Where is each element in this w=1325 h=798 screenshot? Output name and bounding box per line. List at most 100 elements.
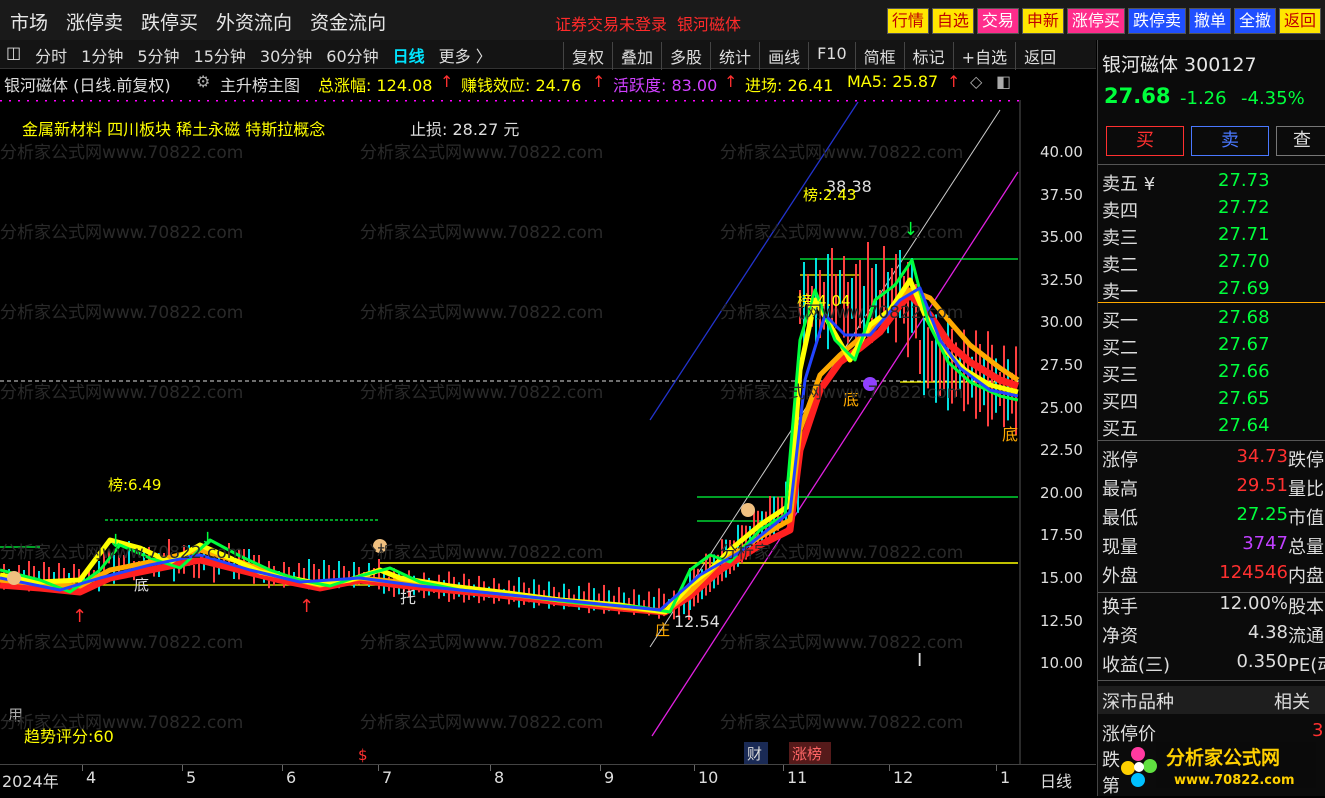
y-axis-tick-label: 25.00 — [1040, 398, 1083, 417]
sector-label: 深市品种 — [1102, 692, 1174, 713]
layout-icon[interactable]: ◫ — [6, 43, 21, 67]
tab-period[interactable]: 1分钟 — [81, 43, 123, 67]
y-axis-tick-label: 15.00 — [1040, 569, 1083, 587]
bids-level-label: 买一 — [1102, 311, 1138, 332]
moon-signal-icon — [7, 571, 21, 585]
tab-period[interactable]: 30分钟 — [260, 43, 312, 67]
watermark-text: 分析家公式网www.70822.com — [360, 713, 604, 733]
y-axis-tick-label: 27.50 — [1040, 356, 1083, 374]
toolbar-action-button[interactable]: 统计 — [710, 42, 759, 70]
menu-limit-down-buy[interactable]: 跌停买 — [141, 8, 198, 35]
watermark-text: 分析家公式网www.70822.com — [0, 143, 244, 163]
bids-price: 27.67 — [1218, 334, 1270, 355]
settings-gear-icon[interactable]: ⚙ — [196, 72, 210, 91]
moon-signal-icon — [741, 503, 755, 517]
y-axis-tick-label: 35.00 — [1040, 228, 1083, 247]
up-arrow-icon: ↑ — [592, 72, 606, 91]
period-label[interactable]: 日线 — [1040, 768, 1072, 792]
menu-market[interactable]: 市场 — [10, 8, 48, 35]
sector-row[interactable]: 深市品种 相关 — [1098, 686, 1325, 714]
toolbar-action-button[interactable]: 复权 — [563, 42, 612, 70]
asks-level-label: 卖四 — [1102, 201, 1138, 222]
watermark-text: 分析家公式网www.70822.com — [0, 383, 244, 403]
related-label[interactable]: 相关 — [1274, 688, 1310, 714]
menu-fund-flow[interactable]: 资金流向 — [310, 8, 386, 35]
quick-button[interactable]: 申新 — [1021, 8, 1064, 34]
toolbar-action-button[interactable]: 叠加 — [612, 42, 661, 70]
stat-label-2: 跌停 — [1288, 450, 1324, 471]
last-price: 27.68 — [1104, 84, 1171, 108]
kline-chart[interactable]: 38.38 12.54 榜:2.43 榜:4.04 榜:6.49 底 底 底 托… — [0, 100, 1096, 764]
stat-value: 27.25 — [1236, 504, 1288, 525]
tab-period[interactable]: 60分钟 — [326, 43, 378, 67]
quick-button[interactable]: 交易 — [976, 8, 1019, 34]
buy-button[interactable]: 买 — [1106, 126, 1184, 156]
stat-label-2: 总量 — [1288, 537, 1324, 558]
tab-period[interactable]: 日线 — [393, 43, 425, 67]
x-axis-tick-label: 12 — [893, 768, 914, 787]
watermark-text: 分析家公式网www.70822.com — [360, 223, 604, 243]
asks-price: 27.70 — [1218, 251, 1270, 272]
watermark-text: 分析家公式网www.70822.com — [0, 713, 244, 733]
tab-period[interactable]: 15分钟 — [194, 43, 246, 67]
period-tabs: ◫ 分时 1分钟 5分钟 15分钟 30分钟 60分钟 日线 更多 〉 — [6, 43, 492, 67]
quick-button[interactable]: 自选 — [931, 8, 974, 34]
toolbar-action-button[interactable]: 返回 — [1015, 42, 1064, 70]
price-change: -1.26 — [1180, 88, 1227, 109]
site-logo: 分析家公式网 www.70822.com — [1121, 742, 1316, 788]
stop-loss-label: 止损: 28.27 元 — [410, 120, 520, 139]
quick-button[interactable]: 全撤 — [1233, 8, 1276, 34]
bids-price: 27.65 — [1218, 388, 1270, 409]
y-axis-tick-label: 37.50 — [1040, 185, 1083, 204]
panel-toggle-icon[interactable]: ◧ — [996, 72, 1011, 91]
stat-label: 涨停 — [1102, 450, 1138, 471]
tab-period[interactable]: 5分钟 — [137, 43, 179, 67]
toolbar-action-button[interactable]: 简框 — [854, 42, 904, 70]
toolbar-action-button[interactable]: 多股 — [661, 42, 710, 70]
toolbar-action-button[interactable]: +自选 — [952, 42, 1015, 70]
quick-button[interactable]: 行情 — [886, 8, 929, 34]
asks-price: 27.71 — [1218, 224, 1270, 245]
quick-button[interactable]: 涨停买 — [1066, 8, 1125, 34]
stat-label: 现量 — [1102, 537, 1138, 558]
watermark-text: 分析家公式网www.70822.com — [360, 383, 604, 403]
login-stock-name: 银河磁体 — [677, 15, 742, 34]
tab-period[interactable]: 更多 〉 — [439, 43, 492, 67]
x-axis-tick-label: 6 — [286, 768, 297, 787]
divider — [1098, 440, 1325, 441]
event-dollar-icon[interactable]: $ — [358, 746, 368, 764]
quick-button[interactable]: 撤单 — [1188, 8, 1231, 34]
indicator-name[interactable]: 主升榜主图 — [220, 72, 300, 96]
stat-label: 外盘 — [1102, 566, 1138, 587]
quick-button[interactable]: 跌停卖 — [1127, 8, 1186, 34]
x-axis-tick-label: 1 — [1000, 768, 1011, 787]
toolbar-action-button[interactable]: 画线 — [759, 42, 808, 70]
tab-period[interactable]: 分时 — [35, 43, 67, 67]
watermark-text: 分析家公式网www.70822.com — [720, 633, 964, 653]
profit-effect-label: 赚钱效应: 24.76 — [461, 76, 582, 95]
stock-name-code: 银河磁体 300127 — [1102, 54, 1257, 76]
diamond-icon[interactable]: ◇ — [970, 72, 982, 91]
entry-label: 进场: 26.41 — [745, 76, 834, 95]
x-axis-tick — [600, 765, 601, 771]
stat-value: 4.38 — [1247, 622, 1288, 643]
event-finance-label: 财 — [747, 745, 762, 763]
menu-foreign-flow[interactable]: 外资流向 — [216, 8, 292, 35]
y-axis-tick-label: 32.50 — [1040, 270, 1083, 289]
watermark-text: 分析家公式网www.70822.com — [720, 143, 964, 163]
stat-label: 最高 — [1102, 479, 1138, 500]
activity-label: 活跃度: 83.00 — [613, 76, 718, 95]
logo-url: www.70822.com — [1174, 773, 1295, 788]
asks-price: 27.73 — [1218, 170, 1270, 191]
menu-limit-up-sell[interactable]: 涨停卖 — [66, 8, 123, 35]
query-button[interactable]: 查 — [1276, 126, 1325, 156]
x-axis-tick — [694, 765, 695, 771]
total-gain-label: 总涨幅: 124.08 — [318, 76, 433, 95]
sell-button[interactable]: 卖 — [1191, 126, 1269, 156]
toolbar-action-button[interactable]: F10 — [808, 42, 855, 70]
chart-title: 银河磁体 (日线.前复权) — [4, 76, 171, 95]
quick-button[interactable]: 返回 — [1278, 8, 1321, 34]
buy-arrow-icon: ↑ — [72, 606, 87, 627]
indicator-info-bar: 银河磁体 (日线.前复权) ⚙ 主升榜主图 总涨幅: 124.08 ↑ 赚钱效应… — [0, 70, 1096, 98]
toolbar-action-button[interactable]: 标记 — [903, 42, 953, 70]
